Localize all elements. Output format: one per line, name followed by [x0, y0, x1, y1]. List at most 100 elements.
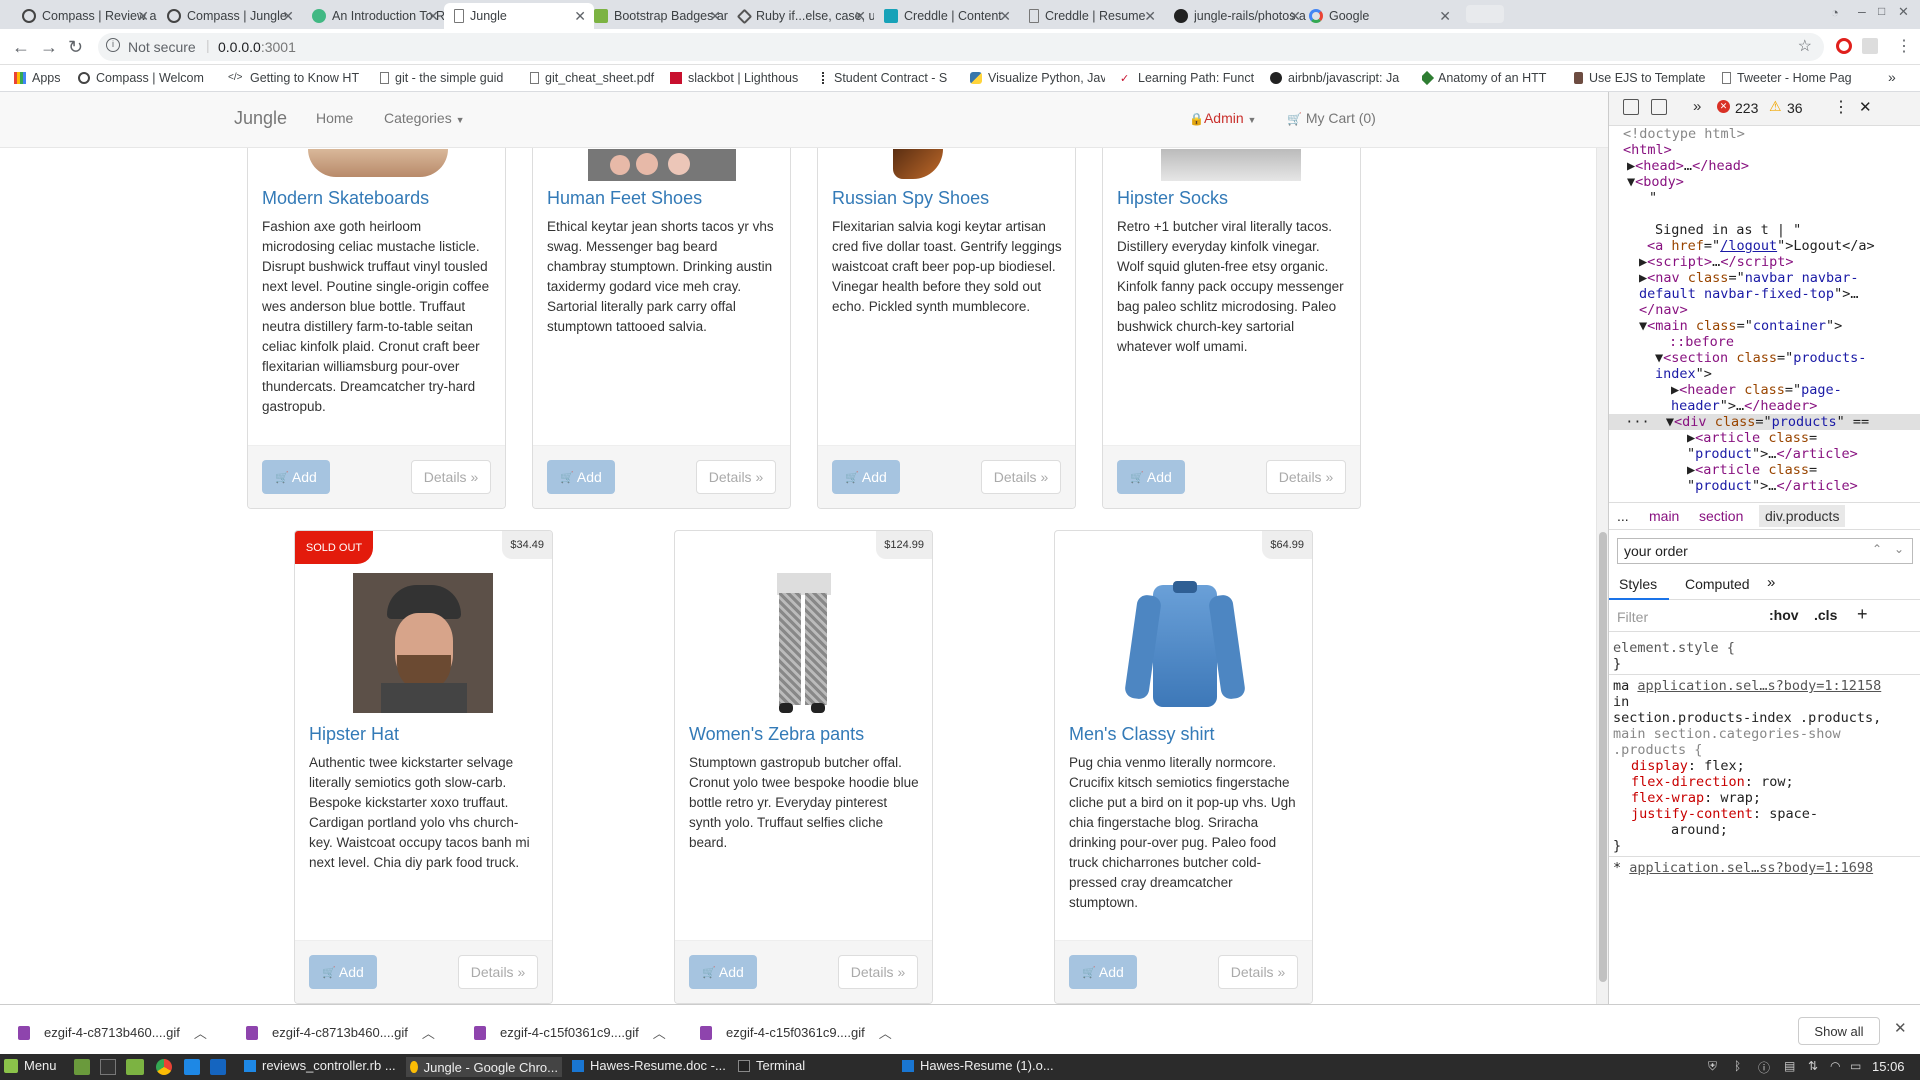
chevron-up-icon[interactable]: ︿: [879, 1023, 892, 1042]
error-icon[interactable]: ✕: [1717, 100, 1730, 113]
dom-doctype[interactable]: <!doctype html>: [1623, 126, 1745, 142]
hov-toggle[interactable]: :hov: [1769, 607, 1799, 623]
breadcrumb-item[interactable]: section: [1699, 508, 1743, 524]
element-style-rule[interactable]: element.style {: [1613, 640, 1735, 656]
css-property[interactable]: display: flex;: [1631, 758, 1745, 774]
more-bookmarks-icon[interactable]: »: [1888, 69, 1896, 85]
close-tab-icon[interactable]: ✕: [854, 8, 866, 25]
dom-text[interactable]: ": [1649, 190, 1657, 206]
bookmark-item[interactable]: airbnb/javascript: Ja: [1270, 71, 1420, 85]
bookmark-item[interactable]: slackbot | Lighthous: [670, 71, 805, 85]
product-title[interactable]: Human Feet Shoes: [547, 188, 702, 209]
add-to-cart-button[interactable]: 🛒 Add: [262, 460, 330, 494]
dom-node[interactable]: "product">…</article>: [1687, 446, 1858, 462]
nav-home-link[interactable]: Home: [316, 110, 353, 126]
tab-styles[interactable]: Styles: [1609, 570, 1669, 600]
styles-filter-input[interactable]: Filter: [1617, 609, 1648, 625]
browser-tab[interactable]: Ruby if...else, case, u ✕: [729, 3, 874, 29]
product-title[interactable]: Hipster Hat: [309, 724, 399, 745]
warning-count[interactable]: 36: [1787, 100, 1803, 116]
browser-tab[interactable]: Google ✕: [1299, 3, 1459, 29]
battery-icon[interactable]: ▭: [1850, 1059, 1861, 1073]
dom-node[interactable]: ▶<article class=: [1687, 430, 1817, 446]
bookmark-item[interactable]: Compass | Welcom: [78, 71, 213, 85]
dom-node[interactable]: "product">…</article>: [1687, 478, 1858, 494]
device-toggle-icon[interactable]: [1651, 99, 1667, 115]
bluetooth-icon[interactable]: ᛒ: [1734, 1059, 1741, 1073]
cls-toggle[interactable]: .cls: [1814, 607, 1837, 623]
inspect-element-icon[interactable]: [1623, 99, 1639, 115]
rule-source-link[interactable]: application.sel…s?body=1:12158: [1637, 678, 1881, 694]
dom-pseudo[interactable]: ::before: [1669, 334, 1734, 350]
product-title[interactable]: Modern Skateboards: [262, 188, 429, 209]
bookmark-item[interactable]: Student Contract - S: [822, 71, 957, 85]
bookmark-item[interactable]: Use EJS to Template: [1574, 71, 1709, 85]
page-scrollbar[interactable]: [1596, 92, 1608, 1004]
bookmark-item[interactable]: ✓ Learning Path: Funct: [1120, 71, 1262, 85]
menu-kebab-icon[interactable]: ⋮: [1896, 36, 1912, 56]
dom-node[interactable]: ▼<main class="container">: [1639, 318, 1842, 334]
desktop-icon[interactable]: [74, 1059, 90, 1075]
clipboard-icon[interactable]: ▤: [1784, 1059, 1795, 1073]
dom-node[interactable]: <a href="/logout">Logout</a>: [1647, 238, 1875, 254]
shield-icon[interactable]: ⛨: [1708, 1059, 1717, 1074]
chevron-up-icon[interactable]: ︿: [422, 1023, 435, 1042]
close-tab-icon[interactable]: ✕: [709, 8, 721, 25]
dom-node[interactable]: </nav>: [1639, 302, 1688, 318]
product-title[interactable]: Men's Classy shirt: [1069, 724, 1214, 745]
breadcrumb-item[interactable]: main: [1649, 508, 1679, 524]
details-button[interactable]: Details »: [696, 460, 776, 494]
downloads-close-icon[interactable]: ✕: [1894, 1019, 1907, 1037]
tab-computed[interactable]: Computed: [1685, 576, 1750, 592]
details-button[interactable]: Details »: [981, 460, 1061, 494]
folder-icon[interactable]: [126, 1059, 144, 1075]
css-property[interactable]: flex-wrap: wrap;: [1631, 790, 1761, 806]
close-tab-icon[interactable]: ✕: [282, 8, 294, 25]
download-item[interactable]: ezgif-4-c8713b460....gif ︿: [18, 1023, 207, 1042]
terminal-launcher-icon[interactable]: [100, 1059, 116, 1075]
nav-cart-link[interactable]: 🛒 My Cart (0): [1287, 110, 1376, 126]
dom-node[interactable]: ▶<head>…</head>: [1627, 158, 1749, 174]
opera-icon[interactable]: [1836, 38, 1852, 54]
maximize-icon[interactable]: □: [1878, 4, 1885, 18]
taskbar-window[interactable]: Hawes-Resume (1).o...: [902, 1058, 1058, 1073]
product-title[interactable]: Women's Zebra pants: [689, 724, 864, 745]
browser-tab[interactable]: Creddle | Content ✕: [874, 3, 1019, 29]
bookmark-star-icon[interactable]: ☆: [1798, 36, 1812, 56]
dom-node[interactable]: <html>: [1623, 142, 1672, 158]
add-rule-icon[interactable]: +: [1857, 604, 1868, 625]
vscode-icon[interactable]: [210, 1059, 226, 1075]
bookmark-item[interactable]: Anatomy of an HTT: [1422, 71, 1557, 85]
close-tab-icon[interactable]: ✕: [427, 8, 439, 25]
notification-icon[interactable]: ⓘ: [1758, 1059, 1770, 1076]
breadcrumb-item[interactable]: ...: [1617, 508, 1629, 524]
add-to-cart-button[interactable]: 🛒 Add: [689, 955, 757, 989]
close-tab-icon[interactable]: ✕: [999, 8, 1011, 25]
details-button[interactable]: Details »: [1266, 460, 1346, 494]
minimize-icon[interactable]: –: [1858, 3, 1866, 19]
dom-node[interactable]: ▼<section class="products-: [1655, 350, 1866, 366]
taskbar-window[interactable]: Terminal: [738, 1058, 894, 1073]
chevron-up-icon[interactable]: ︿: [653, 1023, 666, 1042]
rule-selector[interactable]: main section.categories-show: [1613, 726, 1841, 742]
close-tab-icon[interactable]: ✕: [1439, 8, 1451, 25]
reload-icon[interactable]: ↻: [68, 37, 83, 58]
dom-node[interactable]: ▶<script>…</script>: [1639, 254, 1793, 270]
browser-tab[interactable]: Compass | Jungle ✕: [157, 3, 302, 29]
more-tabs-icon[interactable]: »: [1767, 574, 1775, 591]
nav-admin-dropdown[interactable]: 🔒Admin ▼: [1189, 110, 1256, 126]
bookmark-item[interactable]: Tweeter - Home Pag: [1722, 71, 1882, 85]
add-to-cart-button[interactable]: 🛒 Add: [309, 955, 377, 989]
dom-search-input[interactable]: your order ⌃ ⌄: [1617, 538, 1913, 564]
browser-tab[interactable]: Bootstrap Badges ar ✕: [584, 3, 729, 29]
search-next-icon[interactable]: ⌄: [1894, 542, 1904, 556]
dom-text[interactable]: Signed in as t | ": [1655, 222, 1801, 238]
browser-tab[interactable]: Creddle | Resume ✕: [1019, 3, 1164, 29]
error-count[interactable]: 223: [1735, 100, 1758, 116]
download-item[interactable]: ezgif-4-c8713b460....gif ︿: [246, 1023, 435, 1042]
browser-tab[interactable]: Compass | Review a ✕: [12, 3, 157, 29]
warning-icon[interactable]: ⚠: [1769, 98, 1782, 115]
dom-node[interactable]: ▶<header class="page-: [1671, 382, 1842, 398]
download-item[interactable]: ezgif-4-c15f0361c9....gif ︿: [474, 1023, 666, 1042]
profile-icon[interactable]: ◔: [1831, 5, 1839, 20]
